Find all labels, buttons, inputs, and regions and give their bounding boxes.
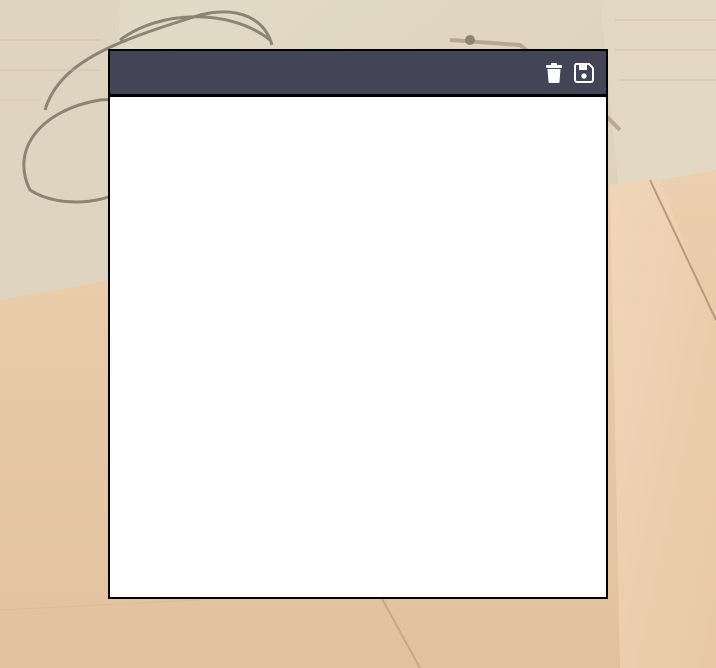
delete-note-button[interactable] [542,61,566,85]
sticky-note [108,49,608,599]
save-note-button[interactable] [572,61,596,85]
trash-icon [546,62,562,83]
note-header [110,51,606,97]
note-text-area[interactable] [110,100,606,597]
floppy-disk-icon [574,62,594,83]
